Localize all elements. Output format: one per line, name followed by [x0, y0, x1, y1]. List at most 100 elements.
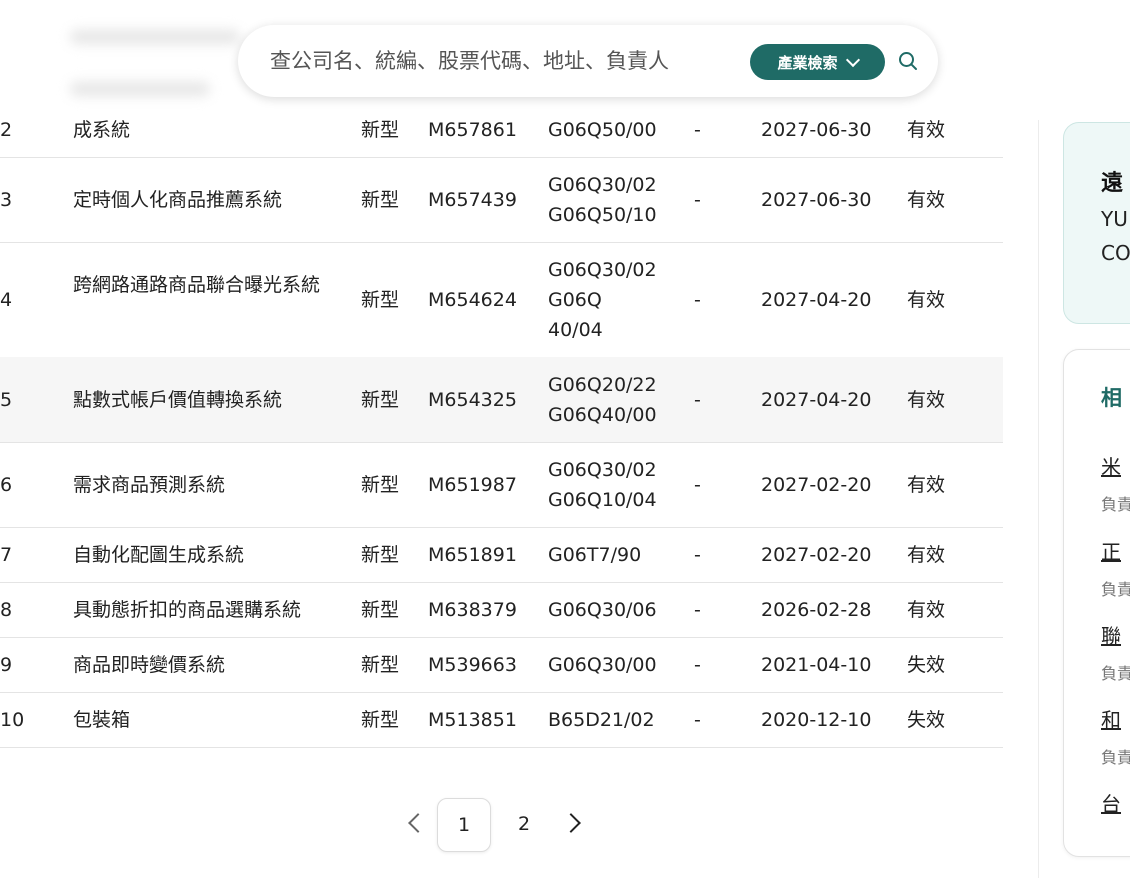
table-row[interactable]: 7 自動化配圖生成系統 新型 M651891 G06T7/90 - 2027-02-20 有效 — [0, 527, 1003, 583]
patent-extra: - — [694, 473, 701, 496]
table-row[interactable]: 10 包裝箱 新型 M513851 B65D21/02 - 2020-12-10 失效 — [0, 692, 1003, 748]
patent-name: 需求商品預測系統 — [73, 473, 226, 496]
related-company-link[interactable]: 米 — [1101, 451, 1121, 480]
status-text: 失效 — [907, 653, 946, 676]
page: 2 成系統 新型 M657861 G06Q50/00-2027-06-30 有效 3 定時個人… — [0, 0, 1130, 878]
patent-name: 包裝箱 — [73, 708, 131, 731]
patent-extra: - — [694, 598, 701, 621]
row-number: 6 — [0, 473, 13, 496]
ipc-code: G06Q30/02 — [548, 258, 657, 281]
ipc-code: G06Q30/02 — [548, 458, 657, 481]
row-number: 8 — [0, 598, 13, 621]
ipc-code: G06Q10/04 — [548, 488, 657, 511]
ipc-code: G06Q30/06 — [548, 598, 657, 621]
patent-extra: - — [694, 119, 701, 141]
expiry-date: 2027-06-30 — [761, 188, 872, 211]
related-company-sub: 負責 — [1101, 664, 1130, 683]
expiry-date: 2027-04-20 — [761, 388, 872, 411]
patent-type: 新型 — [361, 598, 400, 621]
patent-type: 新型 — [361, 288, 400, 311]
table-row[interactable]: 5 點數式帳戶價值轉換系統 新型 M654325 G06Q20/22 G06Q40/00 -… — [0, 357, 1003, 443]
expiry-date: 2026-02-28 — [761, 598, 872, 621]
status-text: 有效 — [907, 543, 946, 566]
sidebar-divider — [1038, 120, 1039, 878]
patent-number: M651891 — [428, 543, 517, 566]
ipc-code: G06T7/90 — [548, 543, 642, 566]
company-card-line: CO — [1101, 241, 1130, 265]
table-row[interactable]: 9 商品即時變價系統 新型 M539663 G06Q30/00 - 2021-04-10 失效 — [0, 637, 1003, 693]
expiry-date: 2021-04-10 — [761, 653, 872, 676]
patent-name: 自動化配圖生成系統 — [73, 543, 245, 566]
patent-extra: - — [694, 288, 701, 311]
patent-number: M651987 — [428, 473, 517, 496]
related-company-link[interactable]: 和 — [1101, 704, 1121, 733]
related-company-sub: 負責 — [1101, 748, 1130, 767]
status-text: 有效 — [907, 598, 946, 621]
status-text: 有效 — [907, 473, 946, 496]
table-row[interactable]: 4 跨網路通路商品聯合曝光系統 新型 M654624 G06Q30/02 G06Q 40/0… — [0, 242, 1003, 358]
ipc-code: G06Q50/00 — [548, 119, 657, 141]
ipc-code: G06Q30/02 — [548, 173, 657, 196]
expiry-date: 2027-06-30 — [761, 119, 872, 141]
patent-name: 具動態折扣的商品選購系統 — [73, 598, 302, 621]
related-companies-card: 相 米 負責 正 負責 聯 負責 和 負責 台 — [1063, 349, 1130, 857]
patent-number: M657861 — [428, 119, 517, 141]
row-number: 5 — [0, 388, 13, 411]
company-card: 遠 YU CO — [1063, 122, 1130, 324]
pagination: 1 2 — [0, 798, 1003, 852]
row-number: 4 — [0, 288, 13, 311]
patent-number: M513851 — [428, 708, 517, 731]
ipc-code: G06Q50/10 — [548, 203, 657, 226]
related-company-sub: 負責 — [1101, 495, 1130, 514]
search-icon[interactable] — [898, 51, 918, 71]
row-number: 2 — [0, 119, 13, 141]
patent-number: M539663 — [428, 653, 517, 676]
status-text: 有效 — [907, 188, 946, 211]
industry-search-label: 產業檢索 — [777, 53, 838, 72]
ipc-code: G06Q20/22 — [548, 373, 657, 396]
related-company-link[interactable]: 台 — [1101, 788, 1121, 817]
patent-extra: - — [694, 188, 701, 211]
patent-extra: - — [694, 543, 701, 566]
status-text: 失效 — [907, 708, 946, 731]
patent-name: 跨網路通路商品聯合曝光系統 — [73, 273, 321, 296]
table-row[interactable]: 3 定時個人化商品推薦系統 新型 M657439 G06Q30/02 G06Q50/10 -… — [0, 157, 1003, 243]
industry-search-button[interactable]: 產業檢索 — [750, 44, 885, 80]
page-2-button[interactable]: 2 — [498, 798, 550, 850]
prev-page-icon[interactable] — [408, 813, 428, 833]
patent-name: 商品即時變價系統 — [73, 653, 226, 676]
row-number: 7 — [0, 543, 13, 566]
chevron-down-icon — [845, 52, 860, 67]
patent-extra: - — [694, 653, 701, 676]
search-input[interactable] — [268, 48, 750, 74]
blurred-text — [70, 30, 240, 44]
status-text: 有效 — [907, 388, 946, 411]
related-company-link[interactable]: 正 — [1101, 536, 1121, 565]
expiry-date: 2027-02-20 — [761, 543, 872, 566]
patent-type: 新型 — [361, 708, 400, 731]
ipc-code: 40/04 — [548, 318, 603, 341]
expiry-date: 2027-02-20 — [761, 473, 872, 496]
table-row[interactable]: 6 需求商品預測系統 新型 M651987 G06Q30/02 G06Q10/04 - 202… — [0, 442, 1003, 528]
patent-extra: - — [694, 388, 701, 411]
patent-number: M654325 — [428, 388, 517, 411]
patent-number: M657439 — [428, 188, 517, 211]
page-1-button[interactable]: 1 — [437, 798, 491, 852]
company-card-title: 遠 — [1101, 171, 1124, 196]
ipc-code: B65D21/02 — [548, 708, 655, 731]
patent-name: 定時個人化商品推薦系統 — [73, 188, 283, 211]
next-page-icon[interactable] — [561, 813, 581, 833]
patent-extra: - — [694, 708, 701, 731]
related-company-sub: 負責 — [1101, 580, 1130, 599]
row-number: 9 — [0, 653, 13, 676]
row-number: 3 — [0, 188, 13, 211]
related-company-link[interactable]: 聯 — [1101, 620, 1121, 649]
patent-type: 新型 — [361, 653, 400, 676]
status-text: 有效 — [907, 288, 946, 311]
patent-type: 新型 — [361, 473, 400, 496]
ipc-code: G06Q40/00 — [548, 403, 657, 426]
status-text: 有效 — [907, 119, 946, 141]
patent-number: M638379 — [428, 598, 517, 621]
expiry-date: 2027-04-20 — [761, 288, 872, 311]
table-row[interactable]: 8 具動態折扣的商品選購系統 新型 M638379 G06Q30/06 - 2026-02-… — [0, 582, 1003, 638]
